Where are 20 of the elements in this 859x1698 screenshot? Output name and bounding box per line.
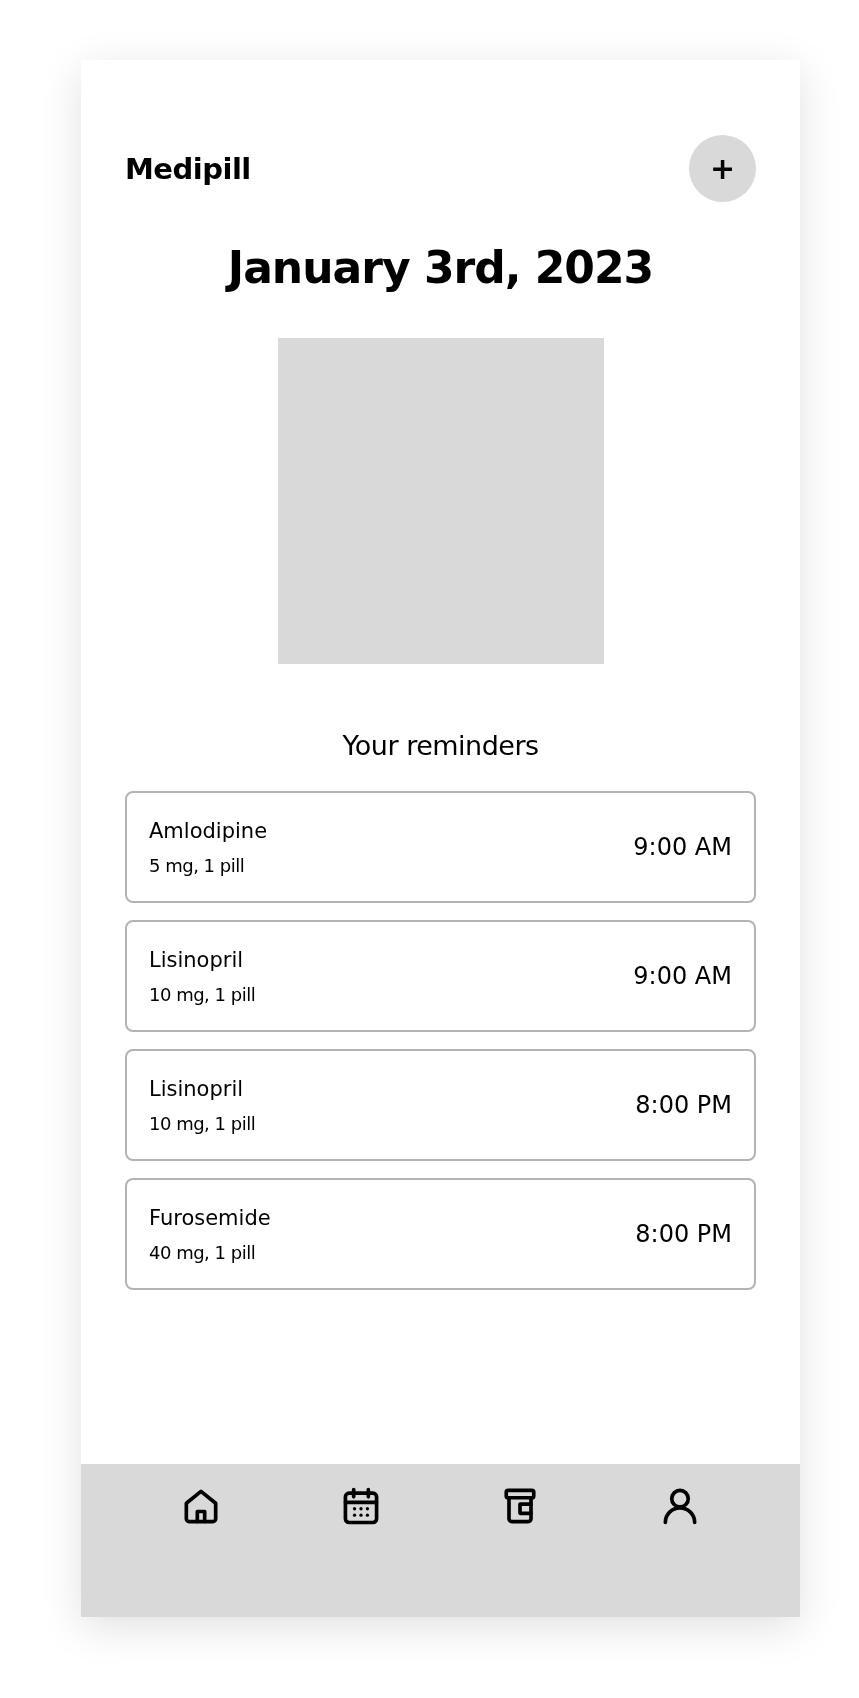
medicine-name: Amlodipine (149, 818, 268, 843)
date-heading: January 3rd, 2023 (227, 242, 654, 293)
reminder-card[interactable]: Furosemide 40 mg, 1 pill 8:00 PM (125, 1178, 756, 1290)
reminder-time: 8:00 PM (635, 1091, 732, 1119)
reminder-card[interactable]: Amlodipine 5 mg, 1 pill 9:00 AM (125, 791, 756, 903)
reminder-card[interactable]: Lisinopril 10 mg, 1 pill 8:00 PM (125, 1049, 756, 1161)
dose-text: 10 mg, 1 pill (149, 983, 256, 1005)
app-title: Medipill (125, 151, 251, 186)
add-button[interactable]: + (689, 135, 756, 202)
medicine-name: Lisinopril (149, 947, 245, 972)
reminder-time: 9:00 AM (633, 962, 732, 990)
dose-text: 5 mg, 1 pill (149, 854, 246, 876)
dose-text: 40 mg, 1 pill (149, 1241, 257, 1263)
reminder-time: 8:00 PM (635, 1220, 732, 1248)
medicine-name: Lisinopril (149, 1076, 245, 1101)
medicine-name: Furosemide (149, 1205, 271, 1230)
reminder-card[interactable]: Lisinopril 10 mg, 1 pill 9:00 AM (125, 920, 756, 1032)
reminder-time: 9:00 AM (633, 833, 732, 861)
dose-text: 10 mg, 1 pill (149, 1112, 256, 1134)
reminders-heading: Your reminders (342, 730, 539, 761)
